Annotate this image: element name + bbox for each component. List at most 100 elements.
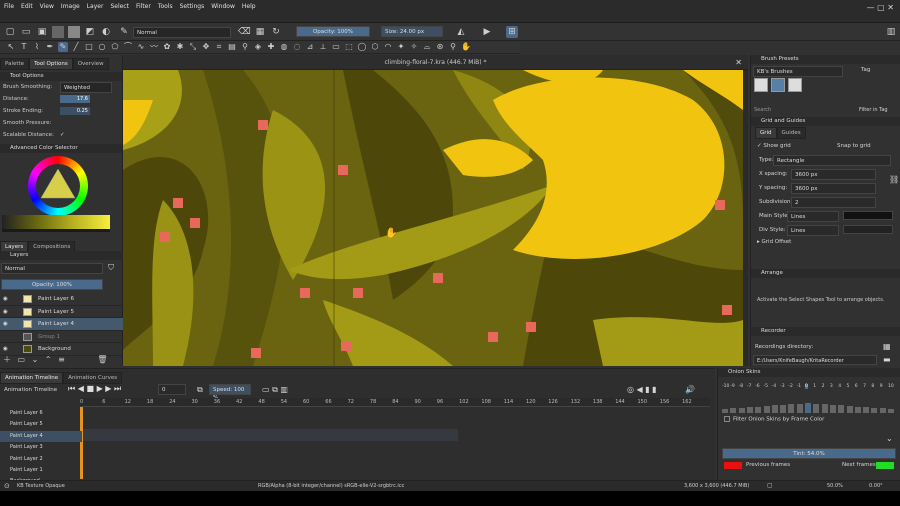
- smart-patch-tool-icon[interactable]: ✚: [266, 42, 276, 52]
- onion-frame-number[interactable]: 5: [847, 384, 850, 389]
- stop-icon[interactable]: ■: [86, 384, 94, 393]
- crop-tool-icon[interactable]: ⌗: [214, 42, 224, 52]
- zoom-level[interactable]: 50.0%: [827, 481, 843, 491]
- layer-properties-icon[interactable]: ≡: [58, 355, 65, 364]
- link-spacing-icon[interactable]: ⛓: [889, 175, 899, 184]
- next-frames-color[interactable]: [876, 462, 894, 469]
- timeline-options-icon[interactable]: ▭ ⧉ ▥: [262, 385, 288, 395]
- dynamic-brush-tool-icon[interactable]: ✿: [162, 42, 172, 52]
- subdivision-input[interactable]: 2: [791, 197, 876, 208]
- text-tool-icon[interactable]: T: [19, 42, 29, 52]
- onion-opacity-bars[interactable]: [722, 395, 898, 413]
- alpha-lock-icon[interactable]: ▦: [254, 26, 266, 38]
- color-sampler-tool-icon[interactable]: ⚲: [240, 42, 250, 52]
- freehand-select-tool-icon[interactable]: ◠: [383, 42, 393, 52]
- main-color-swatch[interactable]: [843, 211, 893, 220]
- painting-canvas[interactable]: ✋: [123, 70, 743, 366]
- brush-smoothing-select[interactable]: Weighted: [60, 82, 112, 93]
- onion-opacity-bar[interactable]: [879, 408, 886, 413]
- filter-in-tag[interactable]: Filter in Tag: [859, 107, 888, 113]
- play-icon[interactable]: ▶: [97, 384, 103, 393]
- menu-help[interactable]: Help: [242, 3, 256, 10]
- new-document-icon[interactable]: ▢: [4, 26, 16, 38]
- onion-opacity-bar[interactable]: [846, 406, 853, 413]
- onion-frame-number[interactable]: -9: [730, 384, 735, 389]
- onion-opacity-bar[interactable]: [854, 406, 861, 413]
- select-shapes-tool-icon[interactable]: ↖: [6, 42, 16, 52]
- onion-frame-number[interactable]: -8: [739, 384, 744, 389]
- contiguous-select-tool-icon[interactable]: ✦: [396, 42, 406, 52]
- timeline-layer-row[interactable]: Paint Layer 1: [0, 465, 82, 476]
- onion-opacity-bar[interactable]: [771, 405, 778, 413]
- next-frame-icon[interactable]: ▶: [105, 384, 111, 393]
- brush-preset-2[interactable]: [771, 78, 785, 92]
- stroke-ending-slider[interactable]: 0.25: [60, 107, 90, 115]
- previous-frames-color[interactable]: [724, 462, 742, 469]
- pan-tool-icon[interactable]: ✋: [461, 42, 471, 52]
- onion-frame-number[interactable]: 9: [880, 384, 883, 389]
- grid-type-select[interactable]: Rectangle: [773, 155, 891, 166]
- reload-icon[interactable]: ↻: [270, 26, 282, 38]
- color-wheel[interactable]: [28, 156, 88, 216]
- move-tool-icon[interactable]: ✥: [201, 42, 211, 52]
- reset-colors-icon[interactable]: ◐: [100, 26, 112, 38]
- onion-frame-number[interactable]: -10: [722, 384, 729, 389]
- timeline-layer-row[interactable]: Paint Layer 6: [0, 408, 82, 419]
- delete-layer-icon[interactable]: 🗑: [97, 355, 107, 364]
- tab-overview[interactable]: Overview: [72, 58, 109, 70]
- duplicate-layer-icon[interactable]: ▭: [18, 355, 26, 364]
- visibility-eye-icon[interactable]: ◉: [3, 306, 8, 318]
- tab-animation-timeline[interactable]: Animation Timeline: [0, 372, 64, 384]
- menu-tools[interactable]: Tools: [158, 3, 173, 10]
- eraser-icon[interactable]: ⌫: [238, 26, 251, 38]
- timeline-layer-row[interactable]: Paint Layer 5: [0, 419, 82, 430]
- onion-opacity-bar[interactable]: [821, 404, 828, 413]
- brush-preset-3[interactable]: [788, 78, 802, 92]
- show-grid-checkbox[interactable]: ✓ Show grid: [757, 143, 791, 149]
- layer-opacity-slider[interactable]: Opacity: 100%: [1, 279, 103, 290]
- brush-set-select[interactable]: KB's Brushes: [753, 66, 843, 77]
- onion-frame-number[interactable]: 3: [830, 384, 833, 389]
- div-color-swatch[interactable]: [843, 225, 893, 234]
- y-spacing-input[interactable]: 3600 px: [791, 183, 876, 194]
- onion-opacity-bar[interactable]: [780, 404, 787, 413]
- polygon-select-tool-icon[interactable]: ⬡: [370, 42, 380, 52]
- rotation-value[interactable]: 0.00°: [869, 481, 883, 491]
- audio-icon[interactable]: 🔊: [685, 385, 695, 394]
- bezier-select-tool-icon[interactable]: ⌓: [422, 42, 432, 52]
- frame-input[interactable]: 0: [158, 384, 186, 395]
- onion-opacity-bar[interactable]: [796, 403, 803, 413]
- vertical-scrollbar[interactable]: [743, 70, 748, 366]
- tab-guides[interactable]: Guides: [776, 127, 806, 139]
- folder-icon[interactable]: ▬: [883, 355, 891, 364]
- onion-opacity-bar[interactable]: [763, 406, 770, 413]
- layer-row-group-1[interactable]: Group 1: [0, 331, 123, 343]
- scalable-distance-checkbox[interactable]: ✓: [60, 129, 65, 141]
- onion-frame-number[interactable]: -2: [788, 384, 793, 389]
- snap-to-grid-checkbox[interactable]: Snap to grid: [837, 143, 871, 149]
- open-icon[interactable]: ▭: [20, 26, 32, 38]
- x-spacing-input[interactable]: 3600 px: [791, 169, 876, 180]
- menu-settings[interactable]: Settings: [180, 3, 205, 10]
- onion-frame-number[interactable]: 8: [871, 384, 874, 389]
- onion-opacity-bar[interactable]: [813, 403, 820, 413]
- bezier-tool-icon[interactable]: ∿: [136, 42, 146, 52]
- visibility-eye-icon[interactable]: ◉: [3, 343, 8, 355]
- edit-shapes-tool-icon[interactable]: ⌇: [32, 42, 42, 52]
- onion-opacity-bar[interactable]: [871, 407, 878, 413]
- move-up-icon[interactable]: ⌃: [45, 355, 52, 364]
- visibility-eye-icon[interactable]: ◉: [3, 293, 8, 305]
- swap-colors-icon[interactable]: ◩: [84, 26, 96, 38]
- onion-opacity-bar[interactable]: [746, 407, 753, 413]
- speed-slider[interactable]: Speed: 100 %: [209, 384, 251, 401]
- window-controls[interactable]: — ▢ ✕: [867, 3, 894, 12]
- move-down-icon[interactable]: ⌄: [32, 355, 39, 364]
- menu-image[interactable]: Image: [61, 3, 80, 10]
- workspace-icon[interactable]: ▥: [885, 26, 897, 38]
- blend-mode-select[interactable]: Normal: [133, 27, 231, 38]
- freehand-path-tool-icon[interactable]: 〰: [149, 42, 159, 52]
- onion-frame-number[interactable]: -1: [797, 384, 802, 389]
- onion-opacity-bar[interactable]: [829, 404, 836, 413]
- calligraphy-tool-icon[interactable]: ✒: [45, 42, 55, 52]
- add-layer-icon[interactable]: ＋: [3, 355, 11, 364]
